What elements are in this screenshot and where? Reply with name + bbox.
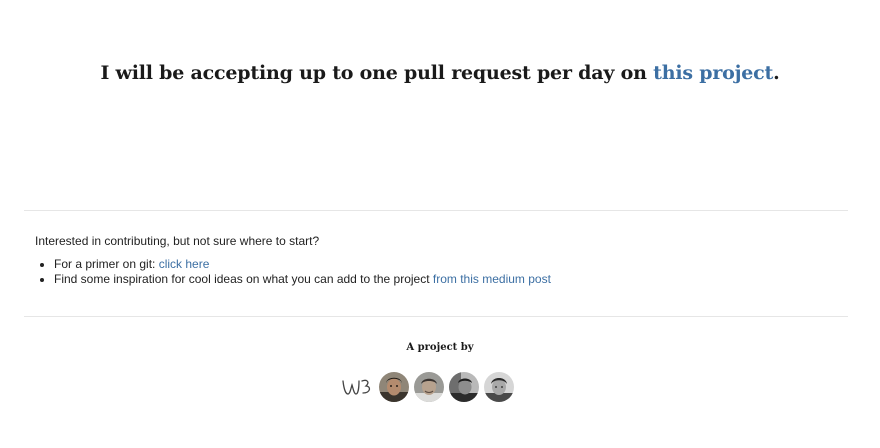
medium-post-link[interactable]: from this medium post [433, 272, 551, 286]
wb-logo-icon[interactable] [340, 372, 374, 402]
contributing-list: For a primer on git: click here Find som… [35, 257, 551, 286]
headline-suffix: . [773, 62, 780, 84]
list-item-git-primer: For a primer on git: click here [54, 257, 551, 271]
author-avatars [340, 372, 514, 402]
list-item-text: Find some inspiration for cool ideas on … [54, 272, 433, 286]
divider-top [24, 210, 848, 211]
headline: I will be accepting up to one pull reque… [0, 62, 880, 84]
contributing-intro: Interested in contributing, but not sure… [35, 234, 320, 248]
headline-text: I will be accepting up to one pull reque… [100, 62, 654, 84]
divider-bottom [24, 316, 848, 317]
git-primer-link[interactable]: click here [159, 257, 210, 271]
avatar-1[interactable] [379, 372, 409, 402]
avatar-2[interactable] [414, 372, 444, 402]
avatar-3[interactable] [449, 372, 479, 402]
footer-title: A project by [406, 342, 474, 353]
list-item-text: For a primer on git: [54, 257, 159, 271]
project-link[interactable]: this project [653, 62, 773, 84]
list-item-inspiration: Find some inspiration for cool ideas on … [54, 272, 551, 286]
contributing-section: Interested in contributing, but not sure… [35, 234, 551, 287]
avatar-4[interactable] [484, 372, 514, 402]
